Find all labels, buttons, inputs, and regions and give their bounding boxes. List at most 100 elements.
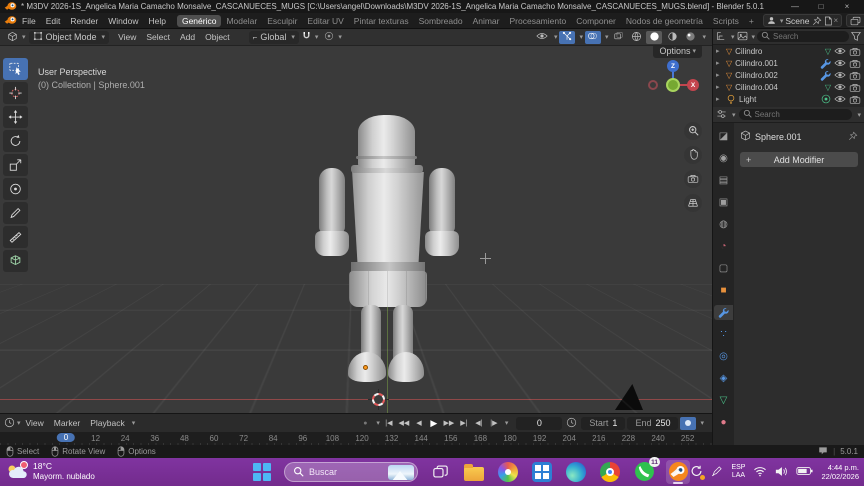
workspace-tab[interactable]: Sombreado — [414, 15, 468, 27]
volume-tray-icon[interactable] — [775, 466, 788, 479]
hide-eye-icon[interactable] — [834, 83, 846, 91]
toggle-ortho-button[interactable] — [684, 194, 702, 212]
visibility-dropdown[interactable] — [534, 31, 550, 44]
outliner-row[interactable]: ▸ ▽ Cilindro.001 — [713, 57, 864, 69]
properties-search[interactable] — [738, 109, 853, 120]
outliner-row[interactable]: ▸ ▽ Cilindro.002 — [713, 69, 864, 81]
hide-eye-icon[interactable] — [834, 95, 846, 103]
current-frame-indicator[interactable]: 0 — [56, 433, 76, 442]
properties-options-icon[interactable]: ▾ — [857, 111, 861, 119]
auto-keying-button[interactable]: ● — [358, 417, 372, 430]
output-tab[interactable]: ▤ — [714, 173, 733, 188]
pen-tray-icon[interactable] — [711, 465, 723, 479]
task-view-button[interactable] — [428, 460, 452, 484]
gizmo-z-ball[interactable]: Z — [667, 60, 679, 72]
shading-wireframe-button[interactable] — [628, 31, 644, 44]
expand-icon[interactable]: ▸ — [716, 83, 723, 91]
timeline-menu-view[interactable]: View — [21, 418, 49, 428]
keying-set-button[interactable] — [680, 416, 697, 430]
gizmo-x-ball[interactable]: X — [687, 79, 699, 91]
view-layer-tab[interactable]: ▣ — [714, 195, 733, 210]
prev-frame-button[interactable]: ◀| — [472, 417, 486, 430]
snap-toggle[interactable]: ▾ — [299, 30, 322, 44]
add-modifier-button[interactable]: + Add Modifier — [740, 152, 858, 167]
new-workspace-button[interactable]: + — [744, 15, 759, 27]
taskbar-search[interactable] — [284, 462, 418, 482]
editor-type-button[interactable]: ▾ — [4, 30, 29, 45]
render-tab[interactable]: ◉ — [714, 151, 733, 166]
outliner-row[interactable]: ▸ ▽ Cilindro.004 ▽ — [713, 81, 864, 93]
gizmo-neg-z-ball[interactable] — [668, 100, 678, 110]
hide-eye-icon[interactable] — [834, 47, 846, 55]
menubar-item-window[interactable]: Window — [103, 16, 143, 26]
tool-select-box[interactable] — [3, 58, 28, 80]
clock-widget[interactable]: 4:44 p.m. 22/02/2026 — [821, 463, 859, 481]
outliner-search-input[interactable] — [773, 32, 845, 41]
pin-id-icon[interactable] — [848, 131, 858, 143]
workspace-tab[interactable]: Procesamiento — [505, 15, 572, 27]
3d-viewport[interactable]: User Perspective (0) Collection | Sphere… — [0, 46, 712, 413]
tool-move[interactable] — [3, 106, 28, 128]
disable-render-icon[interactable] — [849, 71, 861, 80]
workspace-tab[interactable]: Scripts — [708, 15, 744, 27]
minimize-button[interactable]: — — [782, 2, 808, 11]
timeline-menu-marker[interactable]: Marker — [49, 418, 85, 428]
world-tab[interactable]: ◔ — [714, 239, 733, 254]
next-frame-button[interactable]: |▶ — [487, 417, 501, 430]
workspace-tab[interactable]: Componer — [571, 15, 621, 27]
gizmo-y-ball[interactable] — [666, 78, 680, 92]
close-button[interactable]: × — [834, 2, 860, 11]
scene-selector[interactable]: ▾ Scene × — [762, 14, 843, 27]
properties-search-input[interactable] — [754, 110, 849, 119]
viewport-menu-select[interactable]: Select — [141, 32, 175, 42]
system-report-icon[interactable] — [818, 446, 828, 457]
disable-render-icon[interactable] — [849, 47, 861, 56]
disable-render-icon[interactable] — [849, 59, 861, 68]
expand-icon[interactable]: ▸ — [716, 71, 723, 79]
expand-icon[interactable]: ▸ — [716, 95, 723, 103]
outliner-editor-icon[interactable] — [716, 31, 727, 43]
object-tab[interactable]: ■ — [714, 283, 733, 298]
menubar-item-help[interactable]: Help — [143, 16, 170, 26]
options-dropdown[interactable]: Options ▾ — [653, 46, 702, 58]
tray-expand-button[interactable] — [672, 467, 682, 477]
tool-rotate[interactable] — [3, 130, 28, 152]
tool-tab[interactable]: ◪ — [714, 129, 733, 144]
scene-tab[interactable]: ◍ — [714, 217, 733, 232]
unlink-scene-icon[interactable]: × — [834, 16, 839, 25]
viewport-menu-object[interactable]: Object — [200, 32, 235, 42]
start-button[interactable] — [250, 460, 274, 484]
taskbar-search-input[interactable] — [309, 467, 383, 477]
chrome-button[interactable] — [598, 460, 622, 484]
gizmo-neg-x-ball[interactable] — [648, 80, 658, 90]
viewport-menu-add[interactable]: Add — [175, 32, 200, 42]
new-scene-icon[interactable] — [824, 16, 832, 26]
workspace-tab[interactable]: Animar — [468, 15, 505, 27]
tool-add-cube[interactable] — [3, 250, 28, 272]
material-tab[interactable]: ● — [714, 415, 733, 430]
workspace-tab[interactable]: Genérico — [176, 14, 222, 27]
shading-solid-button[interactable] — [646, 30, 663, 44]
menubar-item-edit[interactable]: Edit — [41, 16, 66, 26]
hide-eye-icon[interactable] — [834, 71, 846, 79]
zoom-button[interactable] — [684, 122, 702, 140]
view-layer-selector[interactable]: ▾ ViewLayer × — [846, 14, 864, 27]
sync-tray-icon[interactable] — [690, 465, 706, 480]
mode-dropdown[interactable]: Object Mode ▾ — [28, 30, 110, 44]
timeline-ruler[interactable]: 0 12 24 36 48 60 72 84 96 108 120 132 144 156 168 180 19… — [0, 432, 712, 446]
tool-annotate[interactable] — [3, 202, 28, 224]
timeline-menu-playback[interactable]: Playback — [85, 418, 130, 428]
expand-icon[interactable]: ▸ — [716, 59, 723, 67]
filter-icon[interactable] — [851, 31, 861, 43]
blender-menu-icon[interactable] — [4, 15, 17, 27]
properties-editor-icon[interactable] — [716, 109, 727, 121]
outliner-row[interactable]: ▸ ▽ Cilindro ▽ — [713, 45, 864, 57]
modifiers-tab[interactable] — [714, 305, 733, 320]
timeline-editor-icon[interactable] — [4, 417, 15, 430]
xray-toggle[interactable] — [610, 31, 626, 44]
proportional-edit-toggle[interactable]: ▾ — [321, 30, 345, 44]
current-frame-field[interactable]: 0 — [516, 416, 563, 430]
play-reverse-button[interactable]: ◀ — [412, 417, 426, 430]
menubar-item-render[interactable]: Render — [65, 16, 103, 26]
tool-scale[interactable] — [3, 154, 28, 176]
